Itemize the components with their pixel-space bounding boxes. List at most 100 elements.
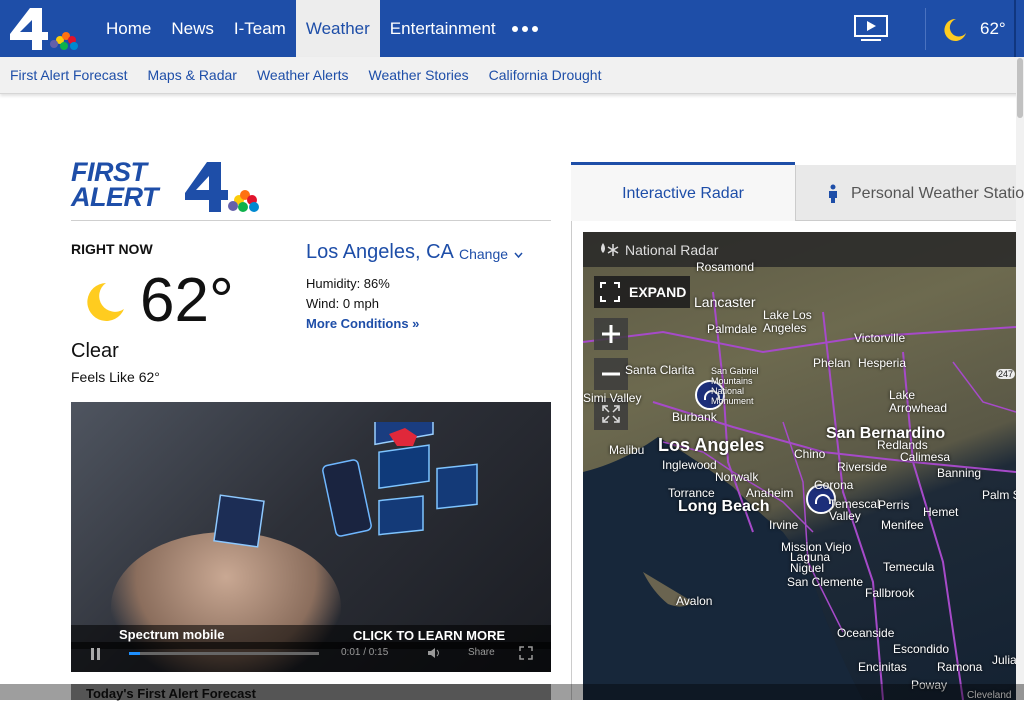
map-label: Riverside	[837, 460, 888, 474]
map-label: Burbank	[672, 410, 717, 424]
map-label: Santa Clarita	[625, 363, 695, 377]
feels-like: Feels Like 62°	[71, 369, 160, 385]
ad-brand: Spectrum mobile	[119, 627, 225, 642]
first-alert-logo	[185, 162, 259, 212]
map-label: Temescal Valley	[829, 497, 880, 523]
main-nav: Home News I-Team Weather Entertainment	[96, 0, 506, 57]
nav-item-weather[interactable]: Weather	[295, 0, 380, 57]
map-label: Malibu	[609, 443, 645, 457]
nav-current-temp[interactable]: 62°	[980, 19, 1006, 39]
map-label: Calimesa	[900, 450, 951, 464]
overlay-shade	[0, 684, 1024, 700]
map-label: Lancaster	[694, 294, 756, 310]
ad-cta-button[interactable]: CLICK TO LEARN MORE	[353, 628, 505, 643]
volume-icon[interactable]	[427, 646, 441, 660]
moon-icon	[87, 283, 124, 321]
moon-icon[interactable]	[942, 16, 968, 42]
map-label: Palm Springs	[982, 488, 1016, 502]
map-label: Lake Arrowhead	[889, 388, 948, 415]
tab-interactive-radar[interactable]: Interactive Radar	[571, 162, 795, 221]
highway-shield: 247	[996, 369, 1016, 379]
map-label: Chino	[794, 447, 826, 461]
person-icon	[829, 184, 837, 203]
radar-map[interactable]: National Radar EXPAND Rosamond Lancaster…	[583, 232, 1016, 700]
sub-nav: First Alert Forecast Maps & Radar Weathe…	[0, 57, 1024, 94]
map-label: Lake Los Angeles	[763, 308, 812, 335]
snowflake-rain-icon	[601, 243, 619, 256]
map-label: Julian	[992, 653, 1016, 667]
nav-divider	[925, 8, 926, 50]
wind: Wind: 0 mph	[306, 296, 379, 311]
map-label: Ramona	[937, 660, 983, 674]
tab-label: Personal Weather Station	[851, 185, 1024, 202]
video-progress-track[interactable]	[129, 652, 319, 655]
map-label: Fallbrook	[865, 586, 915, 600]
map-header: National Radar	[583, 232, 1016, 267]
more-conditions-link[interactable]: More Conditions »	[306, 316, 419, 331]
video-time: 0:01 / 0:15	[341, 647, 389, 658]
right-now-heading: RIGHT NOW	[71, 241, 153, 257]
nbc4-logo[interactable]	[8, 6, 80, 52]
map-label: Palmdale	[707, 322, 758, 336]
nav-edge	[1014, 0, 1016, 57]
scrollbar-thumb[interactable]	[1017, 58, 1023, 118]
subnav-weather-alerts[interactable]: Weather Alerts	[257, 67, 349, 83]
map-label: Oceanside	[837, 626, 895, 640]
nav-item-i-team[interactable]: I-Team	[224, 0, 296, 57]
map-label: Corona	[814, 478, 854, 492]
top-nav: Home News I-Team Weather Entertainment 6…	[0, 0, 1024, 57]
map-label: Norwalk	[715, 470, 759, 484]
map-label: Phelan	[813, 356, 851, 370]
fullscreen-icon[interactable]	[519, 646, 533, 660]
expand-button[interactable]: EXPAND	[594, 276, 690, 308]
map-label: Simi Valley	[583, 391, 642, 405]
holographic-ui-graphic	[213, 494, 265, 548]
map-label: Temecula	[883, 560, 935, 574]
map-label: Victorville	[854, 331, 906, 345]
humidity: Humidity: 86%	[306, 276, 390, 291]
change-location-button[interactable]: Change	[459, 246, 523, 262]
zoom-in-button[interactable]	[594, 318, 628, 350]
map-label: San Gabriel Mountains National Monument	[711, 366, 759, 406]
map-label: Inglewood	[662, 458, 717, 472]
divider	[71, 220, 551, 221]
holographic-ui-graphic	[322, 422, 478, 537]
map-label: Hesperia	[858, 356, 907, 370]
plus-icon	[602, 325, 620, 343]
map-label: Avalon	[676, 594, 713, 608]
current-temperature: 62°	[140, 266, 234, 335]
map-label: Hemet	[923, 505, 959, 519]
map-title: National Radar	[625, 242, 719, 258]
zoom-out-button[interactable]	[594, 358, 628, 390]
map-label: Perris	[878, 498, 910, 512]
map-label: Menifee	[881, 518, 924, 532]
subnav-california-drought[interactable]: California Drought	[489, 67, 602, 83]
nav-item-home[interactable]: Home	[96, 0, 161, 57]
subnav-maps-radar[interactable]: Maps & Radar	[147, 67, 236, 83]
change-label: Change	[459, 246, 509, 262]
pause-icon[interactable]	[91, 648, 100, 660]
map-label: Encinitas	[858, 660, 907, 674]
current-condition: Clear	[71, 340, 119, 362]
nav-item-news[interactable]: News	[161, 0, 224, 57]
map-label: Banning	[937, 466, 982, 480]
map-label: Irvine	[769, 518, 799, 532]
map-label: Laguna Niguel	[790, 550, 831, 575]
expand-label: EXPAND	[629, 284, 687, 300]
video-player-icon[interactable]	[853, 14, 889, 42]
map-label: San Clemente	[787, 575, 864, 589]
scrollbar-track[interactable]	[1016, 57, 1024, 700]
share-button[interactable]: Share	[468, 647, 495, 658]
map-label: Long Beach	[678, 498, 770, 515]
map-label: Rosamond	[696, 260, 755, 274]
nav-item-entertainment[interactable]: Entertainment	[380, 0, 506, 57]
first-alert-wordmark: FIRST ALERT	[71, 157, 159, 212]
subnav-first-alert-forecast[interactable]: First Alert Forecast	[10, 67, 127, 83]
subnav-weather-stories[interactable]: Weather Stories	[369, 67, 469, 83]
tab-personal-weather-station[interactable]: Personal Weather Station	[795, 165, 1024, 221]
location-name: Los Angeles, CA	[306, 241, 454, 263]
expand-icon	[600, 282, 620, 302]
video-progress-fill	[129, 652, 140, 655]
more-menu-icon[interactable]	[512, 21, 538, 37]
minus-icon	[602, 372, 620, 376]
